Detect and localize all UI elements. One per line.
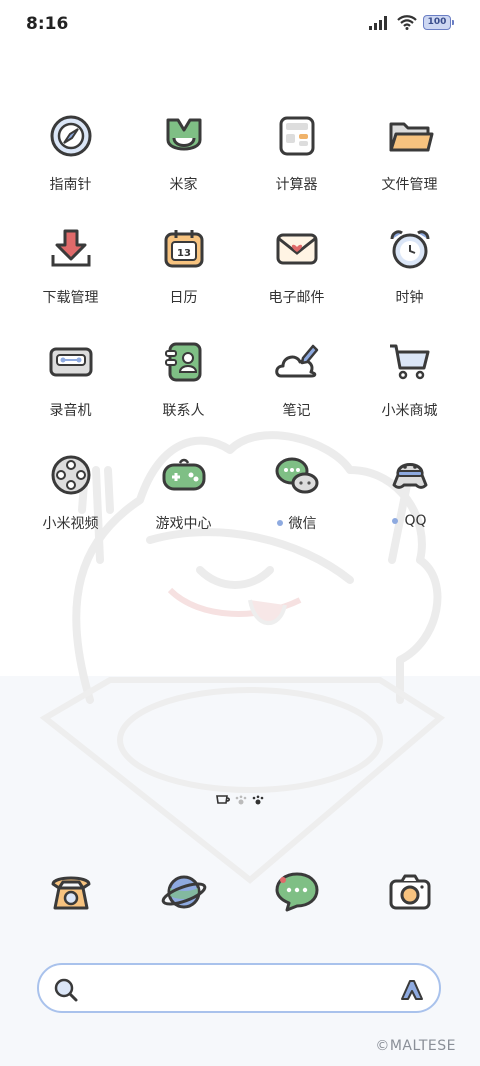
app-label: 文件管理 [381,177,438,193]
app-label: 指南针 [49,177,92,193]
app-label: 小米商城 [381,403,438,419]
app-download-manager[interactable]: 下载管理 [14,223,127,336]
mail-icon [271,223,323,275]
app-label: 联系人 [162,403,205,419]
dock-messages[interactable] [240,866,353,918]
notification-dot [276,520,283,526]
app-qq[interactable]: QQ [353,449,466,562]
page-dot-cup-icon [216,795,230,804]
signal-icon [369,15,387,30]
app-label: 计算器 [275,177,318,193]
app-compass[interactable]: 指南针 [14,110,127,223]
dock-phone[interactable] [14,866,127,918]
app-label: 游戏中心 [155,516,212,532]
assistant-icon[interactable] [399,977,425,1003]
notification-dot [392,518,399,524]
app-game-center[interactable]: 游戏中心 [127,449,240,562]
search-icon [54,978,78,1002]
app-grid: 指南针 米家 计算器 文件管理 下载管理 13 日历 电子邮件 时钟 录音机 联… [14,110,466,562]
wechat-icon [271,449,323,501]
app-mijia[interactable]: 米家 [127,110,240,223]
app-label: 录音机 [49,403,92,419]
calendar-day: 13 [177,248,191,259]
app-clock[interactable]: 时钟 [353,223,466,336]
status-time: 8:16 [26,14,69,34]
messages-icon [271,866,323,918]
app-label: 日历 [169,290,198,306]
app-label: 笔记 [282,403,311,419]
status-bar: 8:16 100 [0,0,480,52]
dock-browser[interactable] [127,866,240,918]
app-contacts[interactable]: 联系人 [127,336,240,449]
contacts-icon [158,336,210,388]
alarm-clock-icon [384,223,436,275]
notes-icon [271,336,323,388]
phone-icon [45,866,97,918]
cart-icon [384,336,436,388]
battery-level: 100 [423,15,451,30]
gamepad-icon [158,449,210,501]
app-recorder[interactable]: 录音机 [14,336,127,449]
calendar-icon: 13 [158,223,210,275]
app-mi-store[interactable]: 小米商城 [353,336,466,449]
page-dot-paw-icon [235,795,247,805]
page-dot-paw-icon [252,795,264,805]
app-label: 下载管理 [42,290,99,306]
app-mi-video[interactable]: 小米视频 [14,449,127,562]
browser-planet-icon [158,866,210,918]
folder-icon [384,110,436,162]
app-label: 米家 [169,177,198,193]
app-label: 小米视频 [42,516,99,532]
app-notes[interactable]: 笔记 [240,336,353,449]
qq-penguin-icon [384,449,436,501]
download-icon [45,223,97,275]
app-label: 时钟 [395,290,424,306]
dock [14,866,466,918]
app-label: QQ [404,513,427,529]
search-bar[interactable] [37,963,441,1013]
page-indicator[interactable] [216,795,264,805]
watermark-text: ©MALTESE [375,1038,456,1054]
calculator-icon [271,110,323,162]
mijia-icon [158,110,210,162]
recorder-icon [45,336,97,388]
app-calendar[interactable]: 13 日历 [127,223,240,336]
film-reel-icon [45,449,97,501]
compass-icon [45,110,97,162]
app-file-manager[interactable]: 文件管理 [353,110,466,223]
app-label: 电子邮件 [268,290,325,306]
wifi-icon [397,15,417,30]
app-calculator[interactable]: 计算器 [240,110,353,223]
status-icons: 100 [369,15,454,30]
dock-camera[interactable] [353,866,466,918]
app-wechat[interactable]: 微信 [240,449,353,562]
app-email[interactable]: 电子邮件 [240,223,353,336]
app-label: 微信 [288,516,317,532]
battery-icon: 100 [423,15,454,30]
camera-icon [384,866,436,918]
